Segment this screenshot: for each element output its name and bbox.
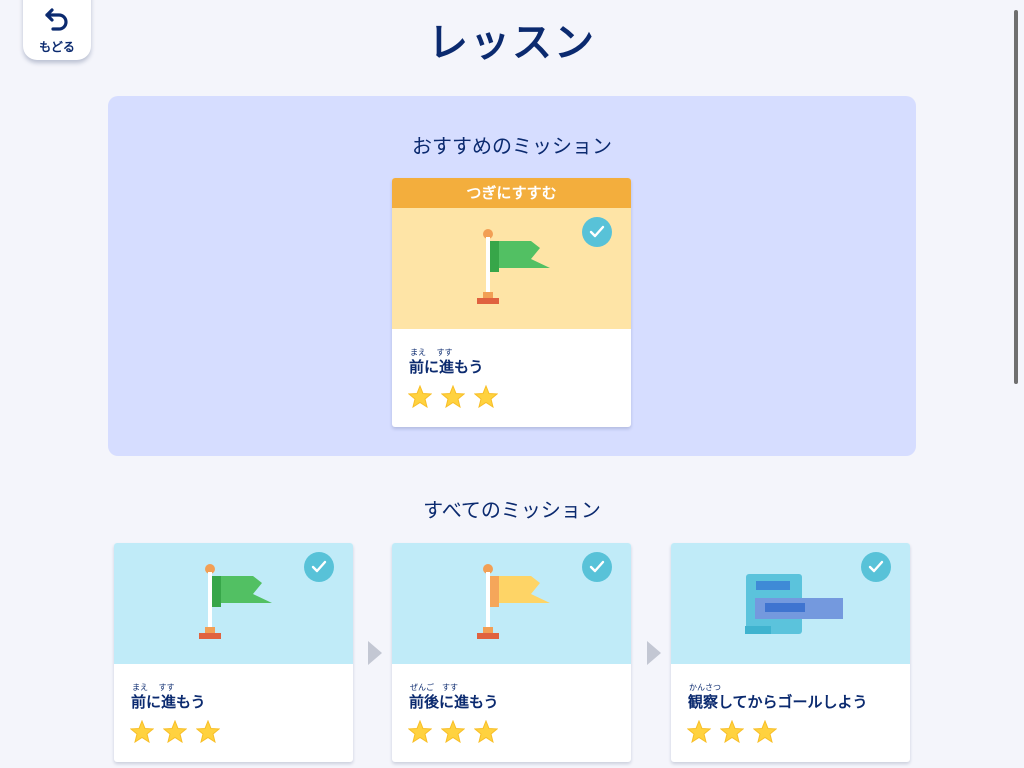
blocks-icon — [745, 574, 843, 634]
star-icon — [440, 384, 466, 409]
next-arrow-icon — [647, 641, 661, 665]
star-rating — [686, 719, 781, 747]
mission-card-3[interactable]: かんさつ 観察してからゴールしよう — [671, 543, 910, 762]
star-icon — [440, 719, 466, 744]
mission-thumbnail — [392, 208, 631, 329]
star-icon — [719, 719, 745, 744]
star-rating — [407, 719, 502, 747]
star-icon — [473, 719, 499, 744]
all-missions-section-title: すべてのミッション — [423, 498, 601, 522]
star-rating — [407, 384, 502, 412]
mission-name: 前後に進もう — [409, 693, 499, 711]
mission-thumbnail — [114, 543, 353, 664]
mission-card-2[interactable]: ぜんご すす 前後に進もう — [392, 543, 631, 762]
star-icon — [129, 719, 155, 744]
star-icon — [195, 719, 221, 744]
mission-thumbnail — [392, 543, 631, 664]
star-icon — [407, 384, 433, 409]
star-icon — [752, 719, 778, 744]
star-icon — [407, 719, 433, 744]
green-flag-icon — [477, 229, 550, 304]
star-icon — [162, 719, 188, 744]
completed-check-icon — [582, 552, 612, 582]
mission-name: 前に進もう — [131, 693, 206, 711]
completed-check-icon — [582, 217, 612, 247]
mission-thumbnail — [671, 543, 910, 664]
recommended-mission-card[interactable]: つぎにすすむ まえ すす 前に進もう — [392, 178, 631, 427]
star-rating — [129, 719, 224, 747]
star-icon — [686, 719, 712, 744]
next-arrow-icon — [368, 641, 382, 665]
completed-check-icon — [861, 552, 891, 582]
recommended-section-title: おすすめのミッション — [412, 134, 612, 158]
star-icon — [473, 384, 499, 409]
yellow-flag-icon — [477, 564, 550, 639]
next-mission-banner: つぎにすすむ — [392, 178, 631, 208]
mission-name: 前に進もう — [409, 358, 484, 376]
mission-name: 観察してからゴールしよう — [688, 693, 868, 711]
mission-card-1[interactable]: まえ すす 前に進もう — [114, 543, 353, 762]
green-flag-icon — [199, 564, 272, 639]
scrollbar[interactable] — [1014, 10, 1018, 384]
page-title: レッスン — [428, 20, 596, 66]
completed-check-icon — [304, 552, 334, 582]
